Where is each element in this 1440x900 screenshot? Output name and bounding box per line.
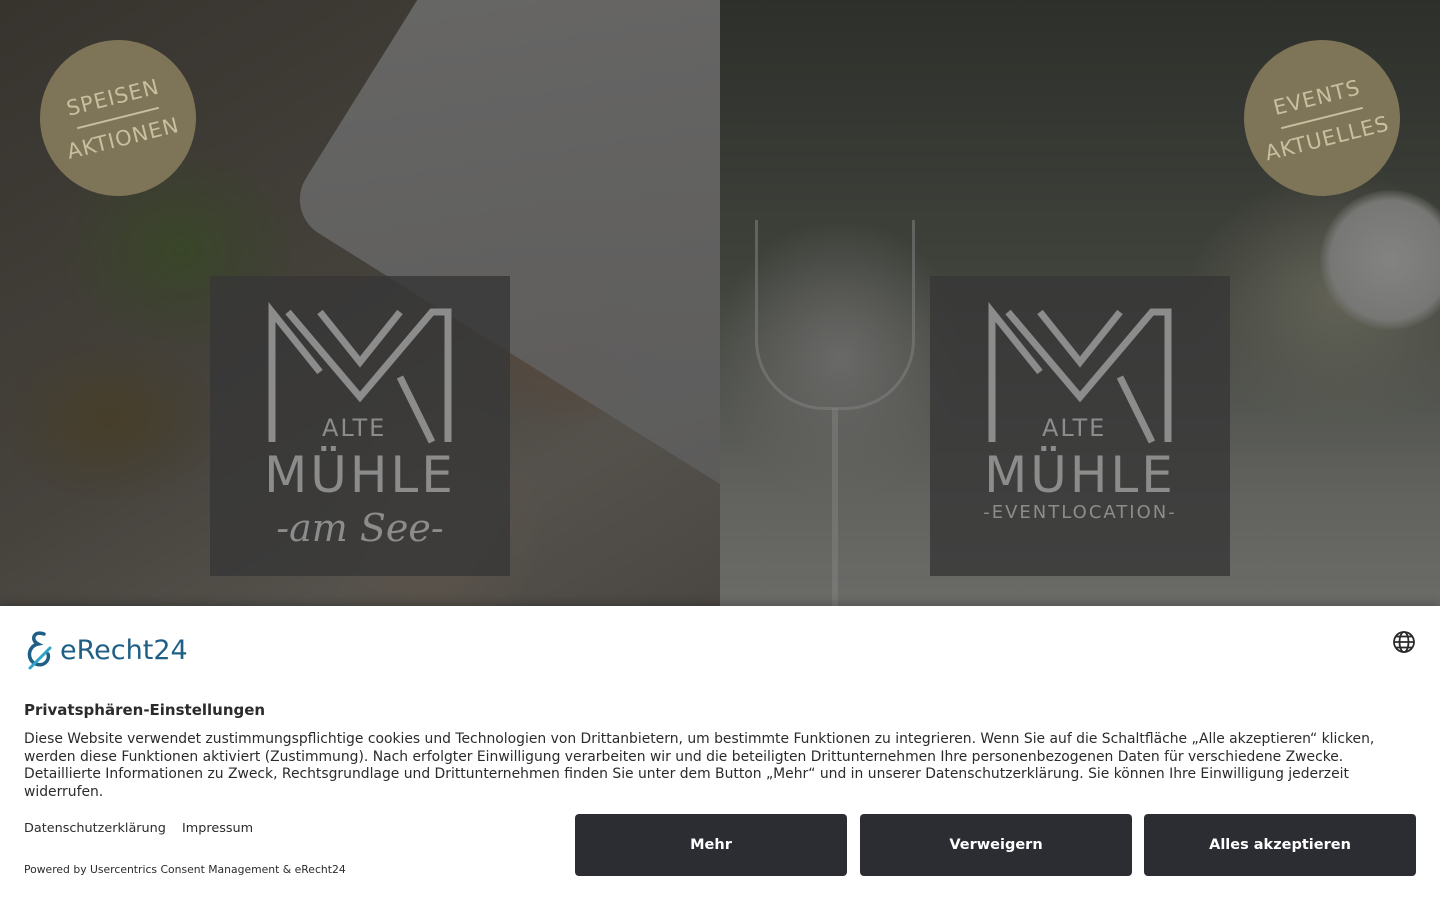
globe-icon[interactable] xyxy=(1392,630,1416,654)
badge-top-label: SPEISEN xyxy=(64,74,162,121)
deny-button[interactable]: Verweigern xyxy=(860,814,1132,876)
logo-alte-text: ALTE xyxy=(1042,414,1107,442)
consent-description: Diese Website verwendet zustimmungspflic… xyxy=(24,731,1375,800)
badge-bottom-label: AKTUELLES xyxy=(1262,111,1392,166)
badge-bottom-label: AKTIONEN xyxy=(64,112,182,164)
erecht24-logo: eRecht24 xyxy=(24,630,188,670)
cookie-consent-banner: eRecht24 Privatsphären-Einstellungen Die… xyxy=(0,606,1440,900)
more-button[interactable]: Mehr xyxy=(575,814,847,876)
logo-muehle-text: MÜHLE xyxy=(984,446,1176,504)
brand-name: eRecht24 xyxy=(60,634,188,666)
logo-alte-text: ALTE xyxy=(322,414,387,442)
logo-eventlocation-text: -EVENTLOCATION- xyxy=(983,502,1177,523)
logo-alte-muehle-eventlocation[interactable]: ALTE MÜHLE -EVENTLOCATION- xyxy=(930,276,1230,576)
logo-muehle-text: MÜHLE xyxy=(264,446,456,504)
logo-am-see-text: -am See- xyxy=(276,506,444,550)
privacy-policy-link[interactable]: Datenschutzerklärung xyxy=(24,821,166,836)
accept-all-button[interactable]: Alles akzeptieren xyxy=(1144,814,1416,876)
imprint-link[interactable]: Impressum xyxy=(182,821,253,836)
consent-title: Privatsphären-Einstellungen xyxy=(24,701,266,719)
powered-by-text: Powered by Usercentrics Consent Manageme… xyxy=(24,863,346,876)
badge-top-label: EVENTS xyxy=(1270,75,1363,121)
erecht24-logo-icon xyxy=(27,631,52,670)
logo-alte-muehle-am-see[interactable]: ALTE MÜHLE -am See- xyxy=(210,276,510,576)
consent-links: Datenschutzerklärung Impressum xyxy=(24,821,265,836)
